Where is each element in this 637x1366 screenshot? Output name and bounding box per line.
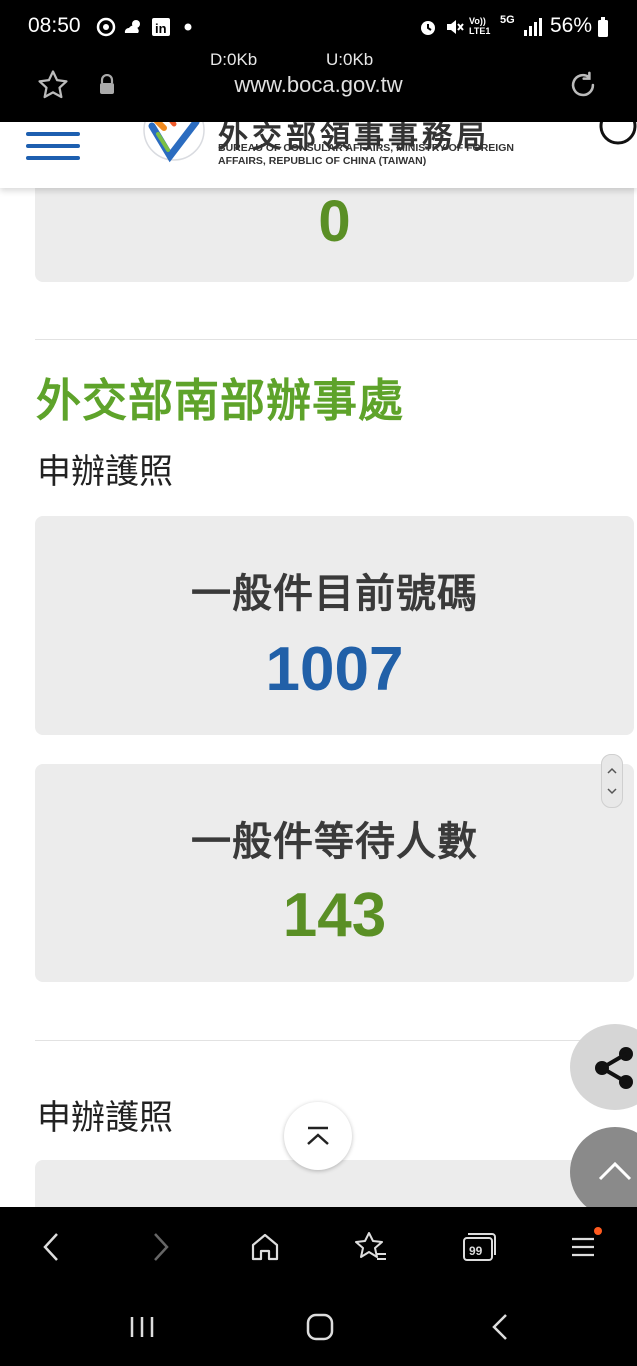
waiting-count-label: 一般件等待人數 xyxy=(191,820,478,864)
waiting-count-value: 143 xyxy=(282,881,387,950)
mute-icon xyxy=(443,16,465,38)
share-button[interactable] xyxy=(570,1024,637,1110)
menu-button[interactable] xyxy=(562,1225,606,1269)
home-nav-button[interactable] xyxy=(302,1309,338,1345)
network-upload-speed: U:0Kb xyxy=(326,50,374,69)
svg-text:in: in xyxy=(155,21,167,36)
status-time: 08:50 xyxy=(28,14,81,37)
section-divider xyxy=(35,339,637,340)
boca-logo-icon[interactable] xyxy=(140,122,210,166)
signal-app-icon xyxy=(95,16,117,38)
logo-english-line2: AFFAIRS, REPUBLIC OF CHINA (TAIWAN) xyxy=(218,155,427,167)
reload-icon[interactable] xyxy=(566,68,602,104)
linkedin-icon: in xyxy=(150,16,172,38)
site-header: 外交部領事事務局 BUREAU OF CONSULAR AFFAIRS, MIN… xyxy=(0,122,637,188)
volte-icon: Vo)) LTE1 xyxy=(469,16,491,36)
scroll-to-top-button[interactable] xyxy=(284,1102,352,1170)
menu-icon[interactable] xyxy=(26,132,80,160)
address-bar-url[interactable]: www.boca.gov.tw xyxy=(0,72,637,98)
status-bar: 08:50 in Vo)) LTE1 5G 56% D:0Kb U:0Kb ww… xyxy=(0,0,637,122)
back-button[interactable] xyxy=(30,1225,74,1269)
5g-icon: 5G xyxy=(500,14,515,26)
current-number-value: 1007 xyxy=(265,635,404,704)
weather-icon xyxy=(121,16,147,38)
signal-bars-icon xyxy=(522,16,544,38)
forward-button[interactable] xyxy=(138,1225,182,1269)
logo-english-line1: BUREAU OF CONSULAR AFFAIRS, MINISTRY OF … xyxy=(218,142,514,154)
current-number-label: 一般件目前號碼 xyxy=(191,572,478,616)
dot-icon xyxy=(182,16,194,38)
tabs-count: 99 xyxy=(469,1244,483,1258)
current-number-card: 一般件目前號碼 1007 xyxy=(35,516,634,735)
section-divider xyxy=(35,1040,637,1041)
waiting-count-card: 一般件等待人數 143 xyxy=(35,764,634,982)
bookmarks-button[interactable] xyxy=(349,1225,393,1269)
network-download-speed: D:0Kb xyxy=(210,50,258,69)
battery-level: 56% xyxy=(550,14,593,37)
home-button[interactable] xyxy=(243,1225,287,1269)
scroll-stepper[interactable] xyxy=(601,754,623,808)
previous-count-value: 0 xyxy=(318,189,351,254)
browser-toolbar: 99 xyxy=(0,1207,637,1287)
battery-icon xyxy=(596,16,610,38)
page-content: 0 外交部南部辦事處 申辦護照 一般件目前號碼 1007 一般件等待人數 143… xyxy=(0,122,637,1207)
system-navigation-bar xyxy=(0,1287,637,1366)
office-title: 外交部南部辦事處 xyxy=(36,375,405,426)
page-top-button[interactable] xyxy=(570,1127,637,1207)
recent-apps-button[interactable] xyxy=(124,1309,160,1345)
back-nav-button[interactable] xyxy=(484,1309,520,1345)
tabs-button[interactable]: 99 xyxy=(456,1225,500,1269)
search-icon[interactable] xyxy=(596,122,637,154)
alarm-icon xyxy=(417,16,439,38)
section-label: 申辦護照 xyxy=(37,453,173,491)
next-section-label: 申辦護照 xyxy=(37,1099,173,1137)
